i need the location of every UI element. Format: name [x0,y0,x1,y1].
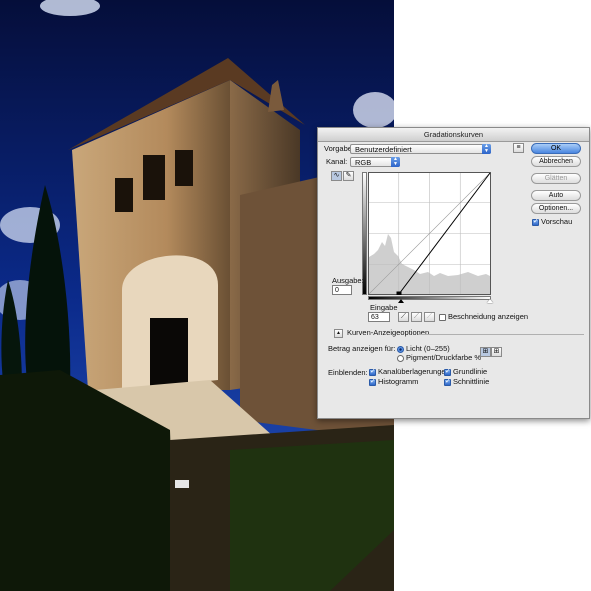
curve-point[interactable] [396,291,402,296]
disclosure-triangle-icon[interactable]: ▲ [334,329,343,338]
eyedropper-gray-icon[interactable]: ⟋ [411,312,422,322]
channel-value: RGB [355,158,372,167]
channel-overlays-checkbox[interactable] [369,367,376,376]
black-point-slider[interactable] [398,299,404,303]
baseline-label: Grundlinie [453,367,488,376]
output-field[interactable]: 0 [332,285,352,295]
show-amount-label: Betrag anzeigen für: [328,344,396,353]
histogram-label: Histogramm [378,377,419,386]
curve-point-icon[interactable]: ∿ [331,171,342,181]
preset-select[interactable]: Benutzerdefiniert ▲ ▼ [350,144,491,154]
preset-value: Benutzerdefiniert [355,145,412,154]
ok-button[interactable]: OK [531,143,581,154]
dialog-title-bar[interactable]: Gradationskurven [318,128,589,142]
cancel-button[interactable]: Abbrechen [531,156,581,167]
clipping-label: Beschneidung anzeigen [448,312,529,321]
curve-graph[interactable] [368,172,491,295]
smooth-button[interactable]: Glätten [531,173,581,184]
preview-label: Vorschau [541,217,573,226]
curves-dialog: Gradationskurven Vorgabe: Benutzerdefini… [317,127,590,419]
chevron-updown-icon: ▲ ▼ [391,157,400,167]
divider [418,334,584,335]
clipping-checkbox[interactable] [439,314,446,321]
pigment-radio[interactable] [397,355,404,362]
input-field[interactable]: 63 [368,312,390,322]
eyedropper-black-icon[interactable]: ⟋ [398,312,409,322]
channel-select[interactable]: RGB ▲ ▼ [350,157,400,167]
auto-button[interactable]: Auto [531,190,581,201]
intersection-checkbox[interactable] [444,377,451,386]
dialog-title: Gradationskurven [423,130,484,139]
pencil-icon[interactable]: ✎ [343,171,354,181]
intersection-label: Schnittlinie [453,377,490,386]
options-button[interactable]: Optionen... [531,203,581,214]
simple-grid-icon[interactable]: ⊞ [480,347,491,357]
histogram-checkbox[interactable] [369,377,376,386]
channel-label: Kanal: [326,157,348,166]
channel-overlays-label: Kanalüberlagerungen [378,367,450,376]
show-label: Einblenden: [328,368,368,377]
detailed-grid-icon[interactable]: ⊞ [491,347,502,357]
preview-checkbox[interactable] [532,217,539,226]
eyedropper-white-icon[interactable]: ⟋ [424,312,435,322]
light-radio[interactable] [397,346,404,353]
pigment-label: Pigment/Druckfarbe % [406,353,482,362]
preset-options-icon[interactable]: ≡ [513,143,524,153]
display-options-label: Kurven-Anzeigeoptionen [347,328,430,337]
chevron-updown-icon: ▲ ▼ [482,144,491,154]
input-gradient-bar [368,296,491,300]
white-point-slider[interactable] [487,299,493,303]
baseline-checkbox[interactable] [444,367,451,376]
